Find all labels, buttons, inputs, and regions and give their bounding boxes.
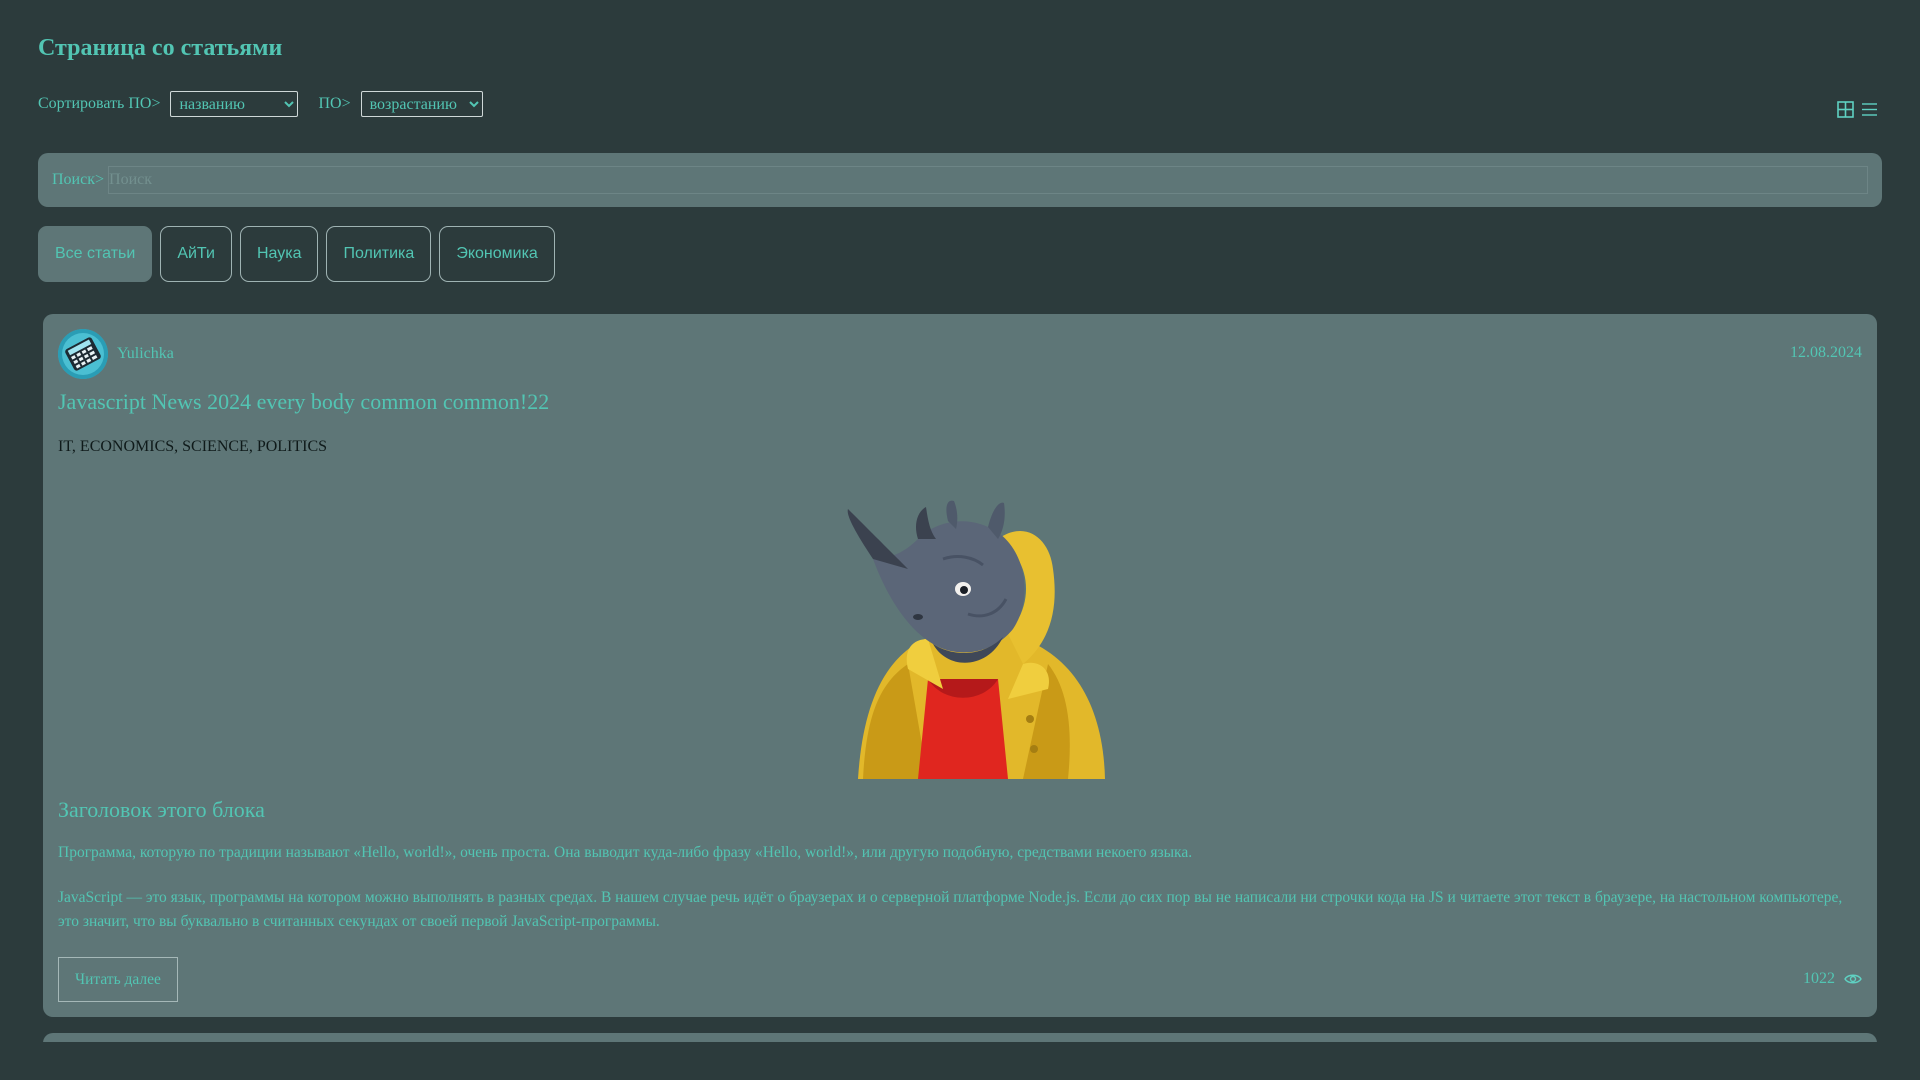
author-name[interactable]: Yulichka [117,345,174,363]
block-title: Заголовок этого блока [58,797,265,822]
articles-page: Страница со статьями Сортировать ПО> наз… [0,0,1920,1080]
grid-view-icon[interactable] [1837,101,1854,118]
tab-all-articles[interactable]: Все статьи [38,226,153,282]
article-title[interactable]: Javascript News 2024 every body common c… [58,389,549,415]
article-paragraph-1: Программа, которую по традиции называют … [58,844,1193,861]
views-count: 1022 [1803,970,1835,987]
page-title: Страница со статьями [38,35,283,61]
search-input[interactable] [108,166,1868,194]
tab-politics[interactable]: Политика [326,226,432,282]
search-bar: Поиск> [38,153,1882,207]
view-toggle [1837,101,1878,118]
sort-by-select[interactable]: названию [170,91,299,117]
read-more-button[interactable]: Читать далее [58,957,178,1002]
tab-economics[interactable]: Экономика [439,226,555,282]
article-card: Yulichka 12.08.2024 Javascript News 2024… [43,314,1877,1017]
article-date: 12.08.2024 [1790,344,1862,361]
list-view-icon[interactable] [1861,101,1878,118]
article-paragraph-2: JavaScript — это язык, программы на кото… [58,889,1843,930]
sort-by-label: Сортировать ПО> [38,95,161,112]
eye-icon [1844,972,1862,986]
sort-bar: Сортировать ПО> названию ПО> возрастанию [38,91,483,117]
views-counter: 1022 [1803,970,1862,988]
search-label: Поиск> [52,171,105,188]
sort-order-select[interactable]: возрастанию [360,91,483,117]
tab-it[interactable]: АйТи [160,226,232,282]
article-author[interactable]: Yulichka [58,329,174,379]
page-bottom-edge [0,1042,1920,1080]
tab-science[interactable]: Наука [239,226,319,282]
rhino-in-yellow-jacket-illustration [768,499,1168,779]
sort-order-label: ПО> [318,95,351,112]
category-tabs: Все статьи АйТи Наука Политика Экономика [38,226,555,282]
calculator-avatar-icon [58,329,108,379]
article-tags: IT, ECONOMICS, SCIENCE, POLITICS [58,438,328,455]
